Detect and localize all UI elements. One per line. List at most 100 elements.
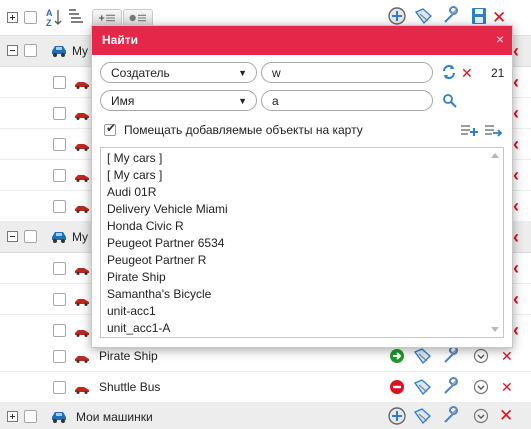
collapse-group-icon[interactable] <box>7 231 18 242</box>
unit-delete-icon[interactable]: ✕ <box>501 348 513 365</box>
find-dialog: Найти × Создатель ▼ w ✕ 21 Имя ▼ a ✔ Пом… <box>91 25 513 348</box>
unit-delete-icon[interactable]: ‹ <box>513 197 519 215</box>
list-item[interactable]: unit-acc1 <box>107 304 156 318</box>
minus-circle-icon <box>388 378 406 396</box>
unit-checkbox[interactable] <box>53 350 66 363</box>
group-name: My <box>72 230 88 244</box>
tools-icon[interactable] <box>441 346 461 366</box>
sort-list-icon[interactable] <box>68 8 84 26</box>
unit-checkbox[interactable] <box>53 324 66 337</box>
dialog-title: Найти <box>102 33 138 47</box>
tracks-icon[interactable] <box>413 406 433 426</box>
tracks-icon[interactable] <box>413 346 433 366</box>
group-delete-icon[interactable]: ✕ <box>499 407 513 424</box>
filter-value-text: w <box>272 66 281 80</box>
sort-alpha-icon[interactable]: AZ <box>45 7 63 27</box>
unit-row-shuttle-bus[interactable]: Shuttle Bus ✕ <box>0 372 531 403</box>
arrow-right-icon <box>388 347 406 365</box>
tools-icon[interactable] <box>441 6 461 26</box>
collapse-group-icon[interactable] <box>7 45 18 56</box>
group-icon <box>50 42 68 58</box>
unit-checkbox[interactable] <box>53 138 66 151</box>
unit-delete-icon[interactable]: ‹ <box>513 73 519 91</box>
unit-checkbox[interactable] <box>53 76 66 89</box>
list-item[interactable]: unit_acc1-A <box>107 321 170 335</box>
car-icon <box>74 352 90 363</box>
tools-icon[interactable] <box>441 406 461 426</box>
filter-property-select[interactable]: Имя ▼ <box>100 90 257 111</box>
add-filter-icon[interactable] <box>442 93 458 109</box>
list-item[interactable]: Peugeot Partner 6534 <box>107 236 224 250</box>
scroll-up-icon[interactable] <box>491 153 499 158</box>
checkmark-icon: ✔ <box>106 121 117 135</box>
tracks-icon[interactable] <box>414 6 434 26</box>
list-item[interactable]: [ My cars ] <box>107 151 162 165</box>
tools-icon[interactable] <box>441 377 461 397</box>
close-icon[interactable]: × <box>496 32 504 46</box>
unit-checkbox[interactable] <box>53 107 66 120</box>
add-on-map-icon[interactable] <box>387 6 407 26</box>
car-icon <box>74 171 90 182</box>
expand-all-icon[interactable] <box>7 12 18 23</box>
unit-delete-icon[interactable]: ‹ <box>513 259 519 277</box>
dialog-titlebar[interactable]: Найти × <box>92 26 512 55</box>
group-row[interactable]: Мои машинки ✕ <box>0 403 531 429</box>
car-icon <box>74 140 90 151</box>
group-delete-icon[interactable]: ‹ <box>513 42 519 60</box>
add-all-icon[interactable] <box>484 123 502 137</box>
dropdown-arrow-icon: ▼ <box>238 68 247 78</box>
filter-property-value: Создатель <box>111 66 170 80</box>
unit-delete-icon[interactable]: ‹ <box>513 290 519 308</box>
car-icon <box>74 264 90 275</box>
chevron-down-circle-icon[interactable] <box>473 348 489 364</box>
list-item[interactable]: Samantha's Bicycle <box>107 287 211 301</box>
group-name: Мои машинки <box>76 410 153 424</box>
group-checkbox[interactable] <box>24 44 37 57</box>
filter-value-text: a <box>272 94 279 108</box>
add-selected-icon[interactable] <box>460 123 478 137</box>
select-all-checkbox[interactable] <box>24 11 37 24</box>
refresh-icon[interactable] <box>441 64 457 80</box>
unit-delete-icon[interactable]: ‹ <box>513 135 519 153</box>
filter-property-select[interactable]: Создатель ▼ <box>100 62 257 83</box>
chevron-down-circle-icon[interactable] <box>473 379 489 395</box>
list-item[interactable]: Peugeot Partner R <box>107 253 206 267</box>
group-icon <box>50 228 68 244</box>
filter-value-input[interactable]: a <box>261 90 433 111</box>
unit-delete-icon[interactable]: ‹ <box>513 321 519 339</box>
list-item[interactable]: Pirate Ship <box>107 270 166 284</box>
expand-group-icon[interactable] <box>7 411 18 422</box>
list-item[interactable]: Honda Civic R <box>107 219 184 233</box>
unit-checkbox[interactable] <box>53 200 66 213</box>
add-to-map-checkbox[interactable]: ✔ <box>104 121 117 136</box>
add-on-map-icon[interactable] <box>387 406 407 426</box>
car-icon <box>74 78 90 89</box>
unit-checkbox[interactable] <box>53 381 66 394</box>
results-list[interactable]: [ My cars ] [ My cars ] Audi 01R Deliver… <box>100 147 504 338</box>
group-checkbox[interactable] <box>24 410 37 423</box>
save-icon[interactable] <box>469 6 489 26</box>
clear-filter-icon[interactable]: ✕ <box>461 65 473 82</box>
car-icon <box>74 326 90 337</box>
chevron-down-circle-icon[interactable] <box>473 408 489 424</box>
unit-checkbox[interactable] <box>53 293 66 306</box>
list-item[interactable]: Audi 01R <box>107 185 156 199</box>
group-delete-icon[interactable]: ‹ <box>513 228 519 246</box>
unit-checkbox[interactable] <box>53 169 66 182</box>
group-checkbox[interactable] <box>24 230 37 243</box>
scroll-down-icon[interactable] <box>491 327 499 332</box>
list-item[interactable]: [ My cars ] <box>107 168 162 182</box>
unit-delete-icon[interactable]: ‹ <box>513 104 519 122</box>
tracks-icon[interactable] <box>413 377 433 397</box>
filter-value-input[interactable]: w <box>261 62 433 83</box>
unit-delete-icon[interactable]: ‹ <box>513 166 519 184</box>
scrollbar[interactable] <box>487 148 503 337</box>
car-icon <box>74 383 90 394</box>
svg-text:A: A <box>46 8 53 18</box>
list-item[interactable]: Delivery Vehicle Miami <box>107 202 228 216</box>
group-icon <box>50 408 68 424</box>
car-icon <box>74 295 90 306</box>
delete-icon[interactable]: ✕ <box>492 9 506 26</box>
unit-checkbox[interactable] <box>53 262 66 275</box>
unit-delete-icon[interactable]: ✕ <box>501 379 513 396</box>
